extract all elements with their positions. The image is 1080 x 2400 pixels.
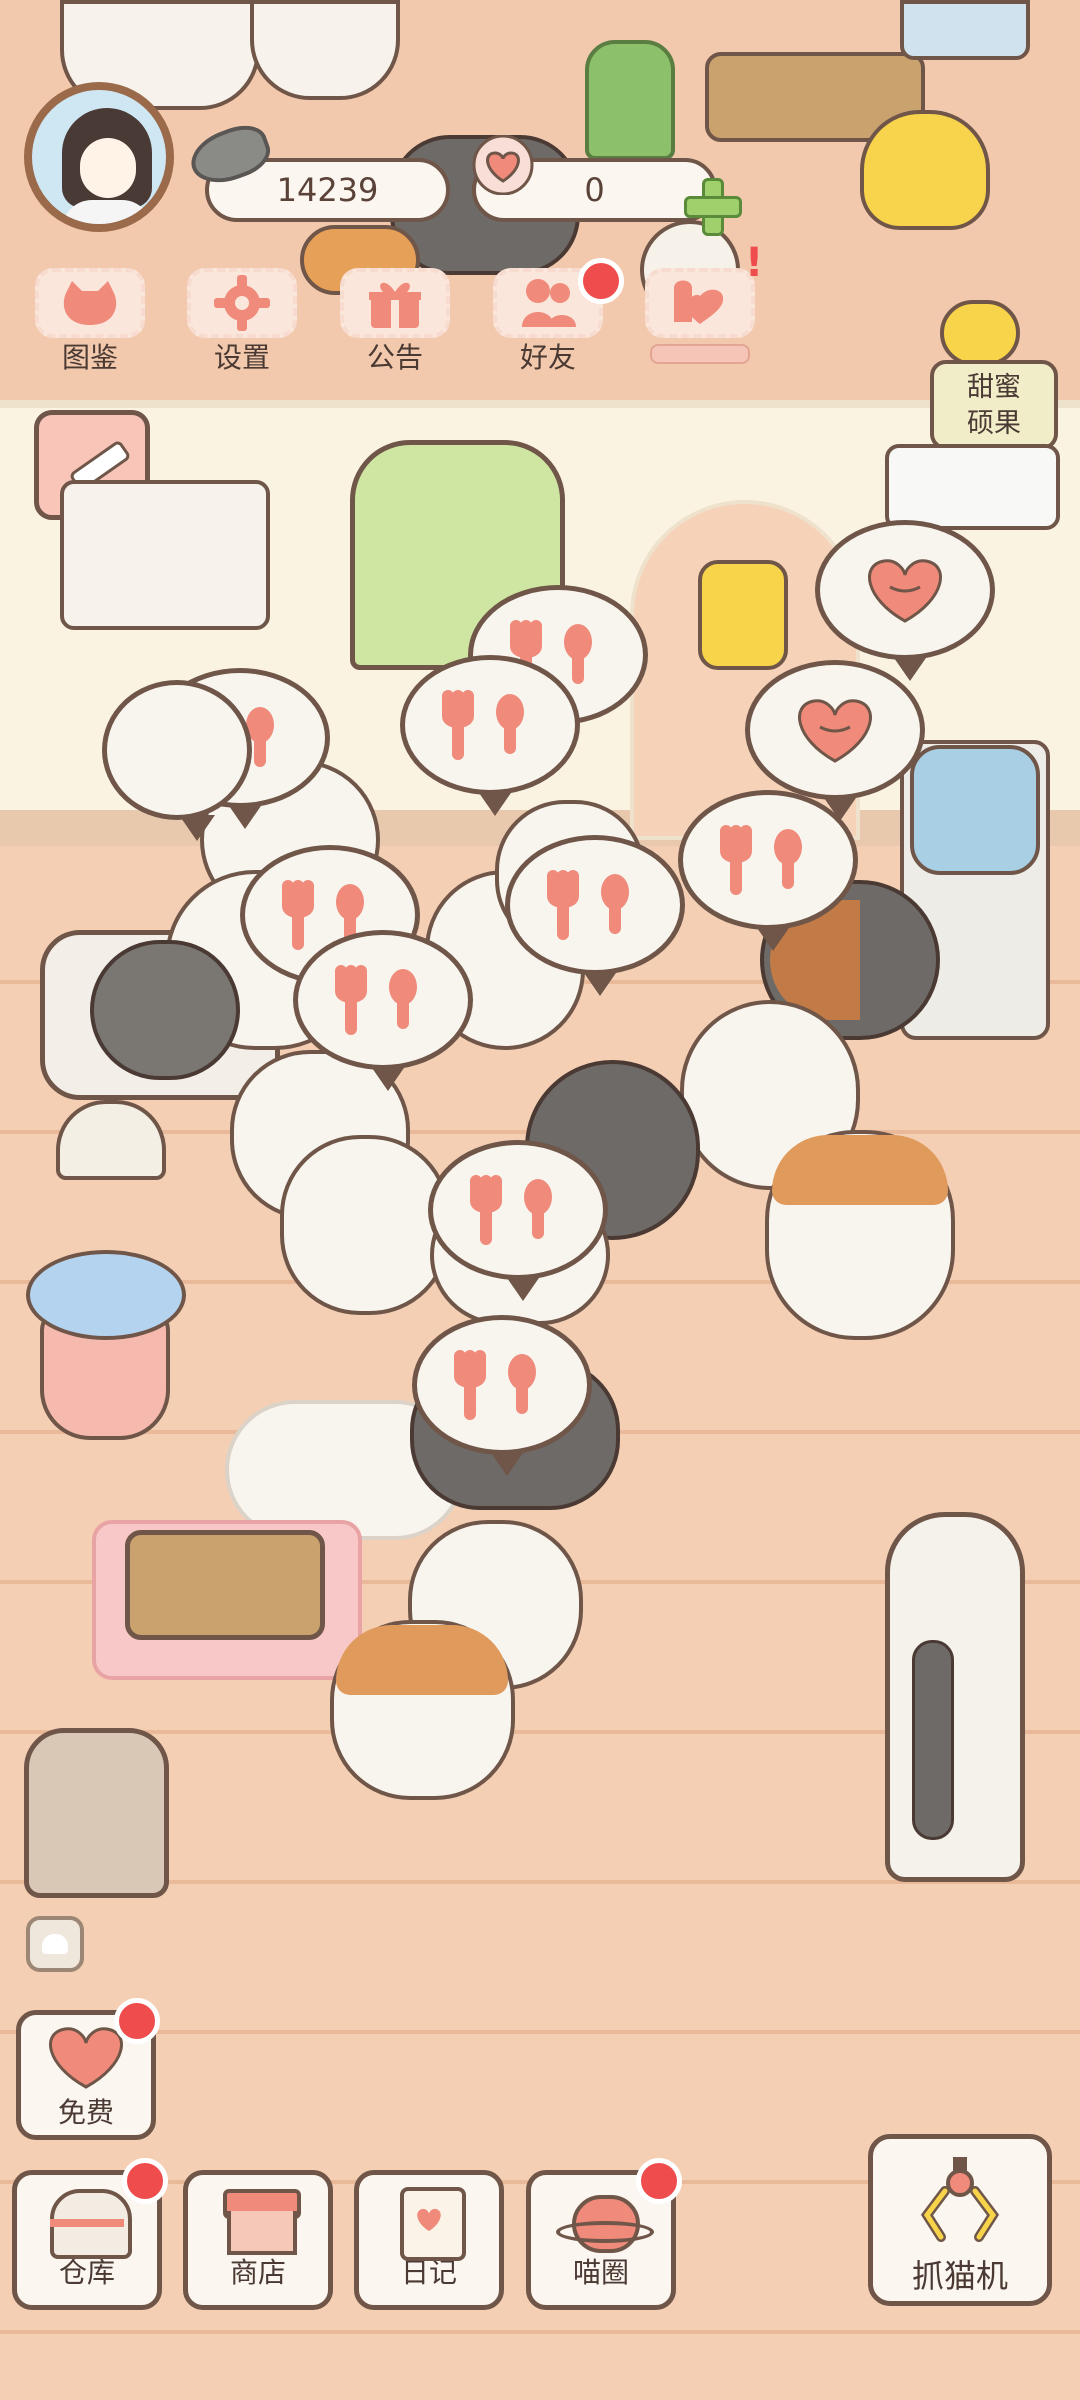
cat-circle-notification-dot bbox=[636, 2158, 682, 2204]
fork-spoon-icon bbox=[470, 1175, 552, 1245]
shop-button[interactable]: 商店 bbox=[183, 2170, 333, 2310]
floor-lamp[interactable] bbox=[56, 1100, 166, 1180]
diary-icon bbox=[384, 2185, 474, 2261]
air-conditioner[interactable] bbox=[885, 444, 1060, 530]
flower-bunch bbox=[26, 1250, 186, 1340]
menu-settings[interactable]: 设置 bbox=[182, 268, 302, 378]
food-request-bubble[interactable] bbox=[400, 655, 580, 816]
heart-icon bbox=[798, 699, 872, 763]
heart-currency-icon bbox=[472, 135, 534, 195]
record-player[interactable] bbox=[900, 0, 1030, 60]
menu-event[interactable] bbox=[640, 268, 760, 378]
event-icon bbox=[645, 268, 755, 338]
sweet-harvest-label-line2: 硕果 bbox=[967, 408, 1021, 439]
fork-spoon-icon bbox=[720, 825, 802, 895]
air-purifier[interactable] bbox=[885, 1512, 1025, 1882]
menu-announcement[interactable]: 公告 bbox=[335, 268, 455, 378]
sweet-harvest-label-line1: 甜蜜 bbox=[967, 372, 1021, 403]
fork-spoon-icon bbox=[442, 690, 524, 760]
fork-spoon-icon bbox=[454, 1350, 536, 1420]
friends-notification-dot bbox=[578, 258, 624, 304]
rice-cooker[interactable] bbox=[24, 1728, 169, 1898]
free-button-label: 免费 bbox=[57, 2096, 114, 2129]
hearts-value: 0 bbox=[584, 171, 605, 209]
sweet-harvest-button[interactable]: 甜蜜 硕果 bbox=[930, 360, 1058, 450]
affection-bubble[interactable] bbox=[745, 660, 925, 821]
cat-gray[interactable] bbox=[90, 940, 240, 1080]
coins-value: 14239 bbox=[276, 171, 379, 209]
cactus-decoration[interactable] bbox=[585, 40, 675, 160]
cat-orange-head bbox=[772, 1135, 948, 1205]
chevron-up-icon bbox=[42, 1934, 68, 1954]
warehouse-notification-dot bbox=[122, 2158, 168, 2204]
fork-spoon-icon bbox=[547, 870, 629, 940]
duck-toy[interactable] bbox=[860, 110, 990, 230]
upper-cat[interactable] bbox=[250, 0, 400, 100]
menu-friends-label: 好友 bbox=[519, 341, 576, 374]
player-avatar[interactable] bbox=[24, 82, 174, 232]
game-scene[interactable]: 14239 0 图鉴 设置 公告 好友 ! 甜蜜 硕果 免费 仓库 商店 日记 … bbox=[0, 0, 1080, 2400]
claw-machine-button[interactable]: 抓猫机 bbox=[868, 2134, 1052, 2306]
claw-icon bbox=[920, 2157, 1000, 2242]
plant-shelf[interactable] bbox=[60, 480, 270, 630]
food-request-bubble[interactable] bbox=[102, 680, 252, 841]
cat-orange-head bbox=[336, 1625, 508, 1695]
heart-icon bbox=[41, 2025, 131, 2095]
floor-line bbox=[0, 2030, 1080, 2034]
warehouse-box-icon bbox=[42, 2185, 132, 2259]
menu-handbook[interactable]: 图鉴 bbox=[30, 268, 150, 378]
cat-calico[interactable] bbox=[280, 1135, 450, 1315]
food-request-bubble[interactable] bbox=[293, 930, 473, 1091]
menu-handbook-label: 图鉴 bbox=[61, 341, 118, 374]
warehouse-label: 仓库 bbox=[58, 2256, 115, 2289]
claw-machine-label: 抓猫机 bbox=[911, 2257, 1008, 2295]
air-purifier-slot bbox=[912, 1640, 954, 1840]
menu-announcement-label: 公告 bbox=[366, 341, 423, 374]
heart-icon bbox=[868, 559, 942, 623]
floor-line bbox=[0, 2330, 1080, 2334]
fork-spoon-icon bbox=[335, 965, 417, 1035]
food-request-bubble[interactable] bbox=[412, 1315, 592, 1476]
add-hearts-button[interactable] bbox=[680, 174, 742, 236]
menu-settings-label: 设置 bbox=[213, 341, 270, 374]
bee-mascot-icon bbox=[940, 300, 1020, 366]
hanging-charm[interactable] bbox=[698, 560, 788, 670]
event-progress-bar bbox=[650, 344, 750, 364]
collapse-toggle-button[interactable] bbox=[26, 1916, 84, 1972]
water-bottle bbox=[910, 745, 1040, 875]
food-request-bubble[interactable] bbox=[428, 1140, 608, 1301]
kotatsu-top bbox=[125, 1530, 325, 1640]
gift-icon bbox=[340, 268, 450, 338]
shop-icon bbox=[213, 2185, 303, 2255]
free-notification-dot bbox=[114, 1998, 160, 2044]
cat-face-icon bbox=[35, 268, 145, 338]
avatar-face bbox=[80, 138, 136, 198]
event-alert-icon: ! bbox=[745, 240, 764, 286]
cat-circle-label: 喵圈 bbox=[572, 2256, 629, 2289]
affection-bubble[interactable] bbox=[815, 520, 995, 681]
gear-icon bbox=[187, 268, 297, 338]
food-request-bubble[interactable] bbox=[505, 835, 685, 996]
shop-label: 商店 bbox=[229, 2256, 286, 2289]
diary-button[interactable]: 日记 bbox=[354, 2170, 504, 2310]
cat-planet-icon bbox=[556, 2185, 654, 2255]
